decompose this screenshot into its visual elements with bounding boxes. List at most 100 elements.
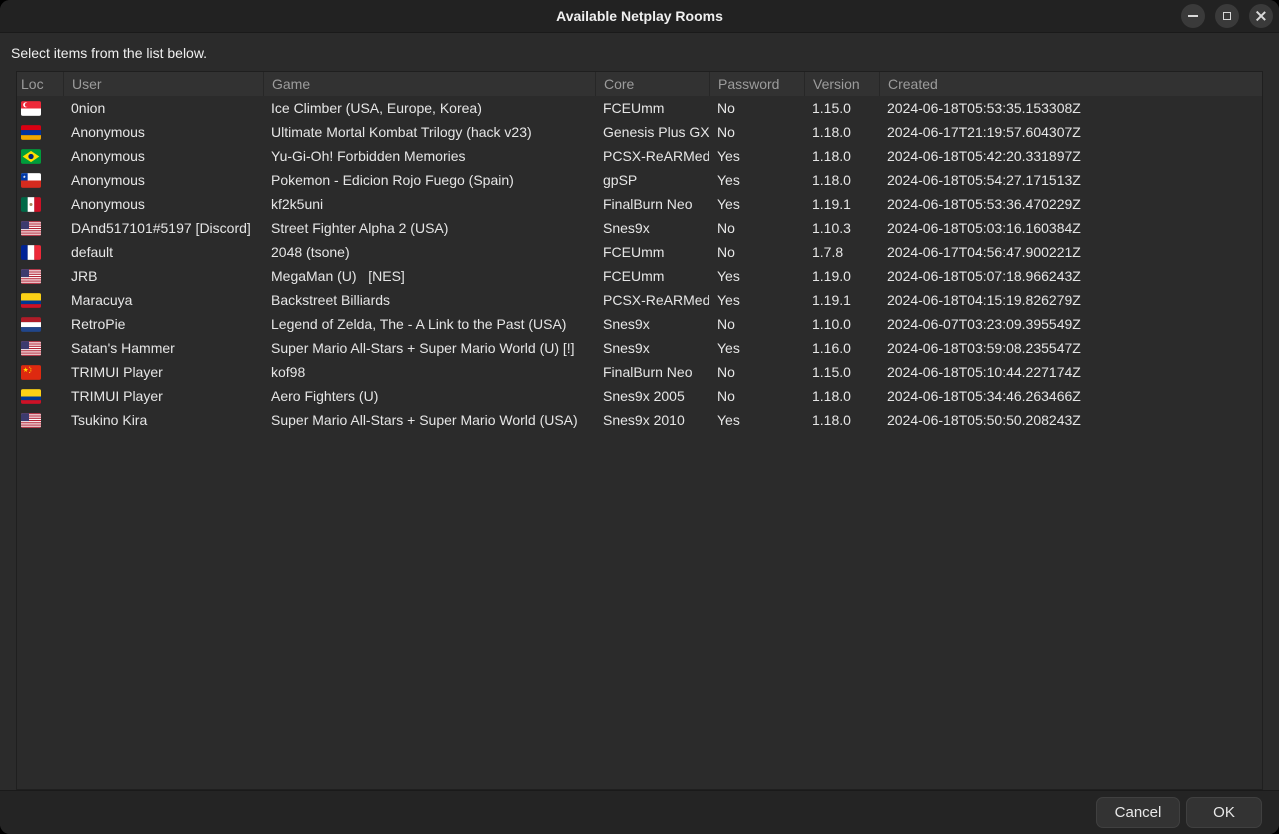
cell-created: 2024-06-18T05:10:44.227174Z <box>879 364 1262 380</box>
cell-created: 2024-06-18T05:50:50.208243Z <box>879 412 1262 428</box>
titlebar[interactable]: Available Netplay Rooms <box>0 0 1279 33</box>
table-row[interactable]: Maracuya Backstreet Billiards PCSX-ReARM… <box>17 288 1262 312</box>
flag-icon-colombia <box>21 293 41 308</box>
cell-core: FCEUmm <box>595 100 709 116</box>
cell-core: Snes9x <box>595 220 709 236</box>
table-row[interactable]: default 2048 (tsone) FCEUmm No 1.7.8 202… <box>17 240 1262 264</box>
column-header-user[interactable]: User <box>63 72 263 96</box>
cell-loc <box>17 101 63 116</box>
column-header-password[interactable]: Password <box>709 72 804 96</box>
cell-loc <box>17 173 63 188</box>
cell-loc <box>17 365 63 380</box>
table-row[interactable]: Satan's Hammer Super Mario All-Stars + S… <box>17 336 1262 360</box>
cell-loc <box>17 413 63 428</box>
cell-loc <box>17 389 63 404</box>
table-row[interactable]: JRB MegaMan (U) [NES] FCEUmm Yes 1.19.0 … <box>17 264 1262 288</box>
flag-icon-colombia <box>21 389 41 404</box>
cell-version: 1.16.0 <box>804 340 879 356</box>
cell-core: gpSP <box>595 172 709 188</box>
maximize-button[interactable] <box>1215 4 1239 28</box>
cell-game: Street Fighter Alpha 2 (USA) <box>263 220 595 236</box>
column-header-created[interactable]: Created <box>879 72 1262 96</box>
dialog-footer: Cancel OK <box>0 790 1279 834</box>
cell-version: 1.7.8 <box>804 244 879 260</box>
cell-version: 1.18.0 <box>804 124 879 140</box>
table-row[interactable]: Tsukino Kira Super Mario All-Stars + Sup… <box>17 408 1262 432</box>
cell-version: 1.19.1 <box>804 292 879 308</box>
cell-password: No <box>709 124 804 140</box>
cell-game: 2048 (tsone) <box>263 244 595 260</box>
cell-password: No <box>709 364 804 380</box>
instruction-text: Select items from the list below. <box>0 33 1279 71</box>
table-header-row: LocUserGameCorePasswordVersionCreated <box>17 72 1262 96</box>
cell-version: 1.19.0 <box>804 268 879 284</box>
cell-loc <box>17 245 63 260</box>
cell-created: 2024-06-17T21:19:57.604307Z <box>879 124 1262 140</box>
rooms-tbody: 0nion Ice Climber (USA, Europe, Korea) F… <box>17 96 1262 789</box>
table-row[interactable]: 0nion Ice Climber (USA, Europe, Korea) F… <box>17 96 1262 120</box>
cell-loc <box>17 317 63 332</box>
column-header-core[interactable]: Core <box>595 72 709 96</box>
cell-user: default <box>63 244 263 260</box>
cell-core: FCEUmm <box>595 244 709 260</box>
table-row[interactable]: Anonymous Ultimate Mortal Kombat Trilogy… <box>17 120 1262 144</box>
cancel-button[interactable]: Cancel <box>1096 797 1180 828</box>
flag-icon-singapore <box>21 101 41 116</box>
cell-core: FinalBurn Neo <box>595 196 709 212</box>
table-row[interactable]: Anonymous Yu-Gi-Oh! Forbidden Memories P… <box>17 144 1262 168</box>
cell-user: Anonymous <box>63 196 263 212</box>
table-row[interactable]: TRIMUI Player Aero Fighters (U) Snes9x 2… <box>17 384 1262 408</box>
cell-password: No <box>709 388 804 404</box>
cell-user: Anonymous <box>63 124 263 140</box>
cell-loc <box>17 221 63 236</box>
minimize-button[interactable] <box>1181 4 1205 28</box>
cell-user: 0nion <box>63 100 263 116</box>
ok-button[interactable]: OK <box>1186 797 1262 828</box>
cell-password: No <box>709 316 804 332</box>
cell-user: Maracuya <box>63 292 263 308</box>
cell-game: Pokemon - Edicion Rojo Fuego (Spain) <box>263 172 595 188</box>
table-row[interactable]: DAnd517101#5197 [Discord] Street Fighter… <box>17 216 1262 240</box>
netplay-rooms-dialog: Available Netplay Rooms Select items fro… <box>0 0 1279 834</box>
cell-created: 2024-06-18T05:34:46.263466Z <box>879 388 1262 404</box>
table-row[interactable]: TRIMUI Player kof98 FinalBurn Neo No 1.1… <box>17 360 1262 384</box>
cell-password: Yes <box>709 412 804 428</box>
cell-created: 2024-06-18T05:54:27.171513Z <box>879 172 1262 188</box>
cell-version: 1.10.0 <box>804 316 879 332</box>
table-row[interactable]: Anonymous kf2k5uni FinalBurn Neo Yes 1.1… <box>17 192 1262 216</box>
flag-icon-brazil <box>21 149 41 164</box>
cell-core: FinalBurn Neo <box>595 364 709 380</box>
flag-icon-united-states <box>21 269 41 284</box>
window-controls <box>1181 4 1273 28</box>
cell-password: Yes <box>709 172 804 188</box>
cell-core: Genesis Plus GX <box>595 124 709 140</box>
close-button[interactable] <box>1249 4 1273 28</box>
flag-icon-france <box>21 245 41 260</box>
cell-core: Snes9x <box>595 316 709 332</box>
column-header-loc[interactable]: Loc <box>17 72 63 96</box>
cell-loc <box>17 125 63 140</box>
flag-icon-china <box>21 365 41 380</box>
cell-core: Snes9x <box>595 340 709 356</box>
cell-core: FCEUmm <box>595 268 709 284</box>
rooms-table: LocUserGameCorePasswordVersionCreated 0n… <box>16 71 1263 790</box>
cell-game: Legend of Zelda, The - A Link to the Pas… <box>263 316 595 332</box>
cell-version: 1.18.0 <box>804 148 879 164</box>
cell-version: 1.15.0 <box>804 364 879 380</box>
cell-password: No <box>709 244 804 260</box>
column-header-game[interactable]: Game <box>263 72 595 96</box>
cell-created: 2024-06-18T05:42:20.331897Z <box>879 148 1262 164</box>
cell-password: No <box>709 220 804 236</box>
cell-loc <box>17 293 63 308</box>
cell-user: JRB <box>63 268 263 284</box>
cell-game: Backstreet Billiards <box>263 292 595 308</box>
column-header-version[interactable]: Version <box>804 72 879 96</box>
table-row[interactable]: RetroPie Legend of Zelda, The - A Link t… <box>17 312 1262 336</box>
cell-loc <box>17 197 63 212</box>
dialog-body: Select items from the list below. LocUse… <box>0 33 1279 790</box>
cell-version: 1.15.0 <box>804 100 879 116</box>
window-title: Available Netplay Rooms <box>556 8 723 24</box>
table-row[interactable]: Anonymous Pokemon - Edicion Rojo Fuego (… <box>17 168 1262 192</box>
cell-version: 1.18.0 <box>804 388 879 404</box>
cell-game: kf2k5uni <box>263 196 595 212</box>
